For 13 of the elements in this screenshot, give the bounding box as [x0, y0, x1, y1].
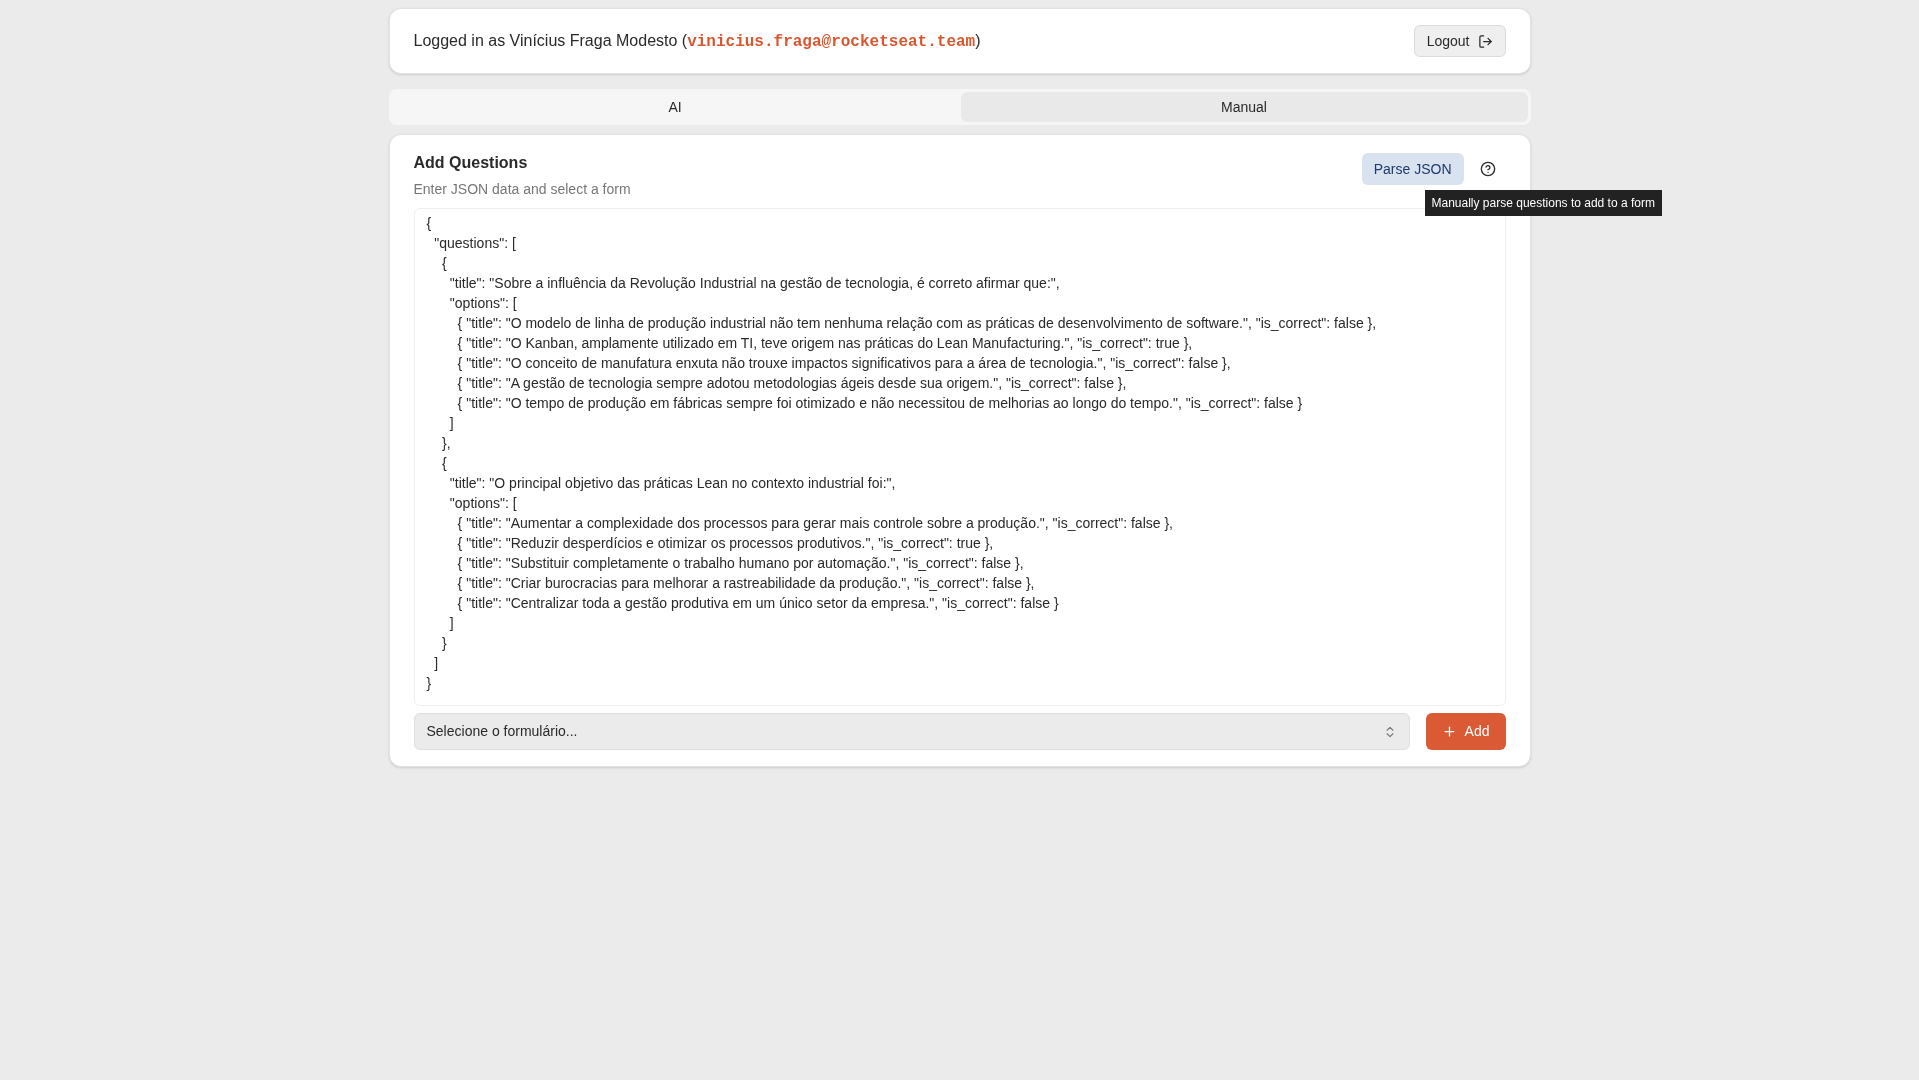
session-text: Logged in as Vinícius Fraga Modesto (vinicius.fraga@rocketseat.team) — [413, 30, 981, 53]
add-button[interactable]: Add — [1425, 713, 1506, 750]
tab[interactable]: Manual — [960, 92, 1528, 122]
tooltip: Manually parse questions to add to a form — [1424, 190, 1662, 216]
form-select[interactable]: Selecione o formulário... — [413, 713, 1410, 750]
help-icon[interactable] — [1479, 161, 1496, 177]
parse-json-button[interactable]: Parse JSON — [1361, 153, 1464, 185]
card-subtitle: Enter JSON data and select a form — [413, 180, 631, 199]
logout-icon — [1477, 33, 1493, 49]
plus-icon — [1441, 724, 1457, 739]
logout-button[interactable]: Logout — [1413, 25, 1506, 57]
tab[interactable]: AI — [391, 92, 959, 122]
card-title: Add Questions — [413, 153, 529, 173]
